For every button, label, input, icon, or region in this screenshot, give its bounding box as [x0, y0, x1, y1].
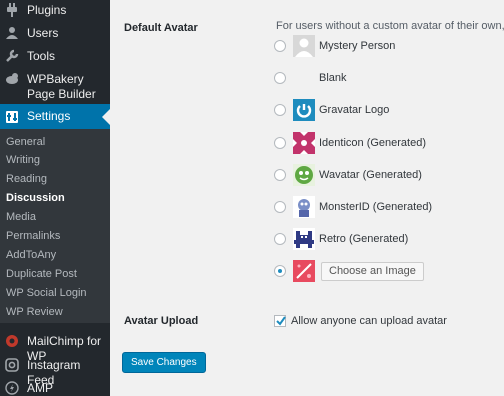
submenu-media[interactable]: Media	[6, 211, 36, 223]
menu-item-amp[interactable]: AMP	[0, 381, 110, 396]
menu-label: AMP	[27, 381, 54, 395]
avatar-option-identicon[interactable]: Identicon (Generated)	[274, 131, 426, 155]
option-label: Retro (Generated)	[319, 233, 409, 245]
radio-custom-image[interactable]	[274, 265, 286, 277]
submenu-general[interactable]: General	[6, 136, 45, 148]
default-avatar-description: For users without a custom avatar of the…	[276, 20, 504, 32]
default-avatar-label: Default Avatar	[124, 22, 198, 34]
menu-label: WPBakery Page Builder	[27, 72, 96, 101]
wpbakery-icon	[6, 73, 18, 84]
option-label: Gravatar Logo	[319, 104, 390, 116]
option-label: Wavatar (Generated)	[319, 169, 422, 181]
monsterid-avatar	[293, 196, 315, 218]
avatar-option-wavatar[interactable]: Wavatar (Generated)	[274, 163, 422, 187]
option-label: Blank	[319, 72, 347, 84]
allow-upload-label: Allow anyone can upload avatar	[291, 315, 447, 327]
menu-label: Users	[27, 26, 59, 40]
submenu-reading[interactable]: Reading	[6, 173, 47, 185]
radio-identicon[interactable]	[274, 137, 286, 149]
amp-icon	[5, 381, 19, 395]
save-changes-button[interactable]: Save Changes	[122, 352, 206, 373]
radio-gravatar-logo[interactable]	[274, 104, 286, 116]
plugin-icon	[7, 3, 17, 17]
choose-image-button[interactable]: Choose an Image	[321, 261, 424, 281]
allow-upload-checkbox[interactable]	[274, 315, 286, 327]
menu-item-settings[interactable]: Settings	[0, 104, 110, 129]
gravatar-logo-avatar	[293, 99, 315, 121]
menu-item-tools[interactable]: Tools	[0, 49, 110, 67]
submenu-writing[interactable]: Writing	[6, 154, 40, 166]
users-icon	[6, 27, 18, 39]
option-label: MonsterID (Generated)	[319, 201, 433, 213]
admin-sidebar: Plugins Users Tools WPBakery Page Builde…	[0, 0, 110, 396]
radio-retro[interactable]	[274, 233, 286, 245]
avatar-upload-label: Avatar Upload	[124, 315, 199, 327]
custom-image-avatar	[293, 260, 315, 282]
settings-icon	[6, 110, 18, 123]
checkmark-icon	[276, 316, 286, 326]
identicon-avatar	[293, 132, 315, 154]
submenu-wp-social-login[interactable]: WP Social Login	[6, 287, 87, 299]
retro-avatar	[293, 228, 315, 250]
menu-label: Settings	[27, 109, 71, 123]
avatar-option-gravatar-logo[interactable]: Gravatar Logo	[274, 98, 389, 122]
menu-label: Tools	[27, 49, 56, 63]
avatar-option-retro[interactable]: Retro (Generated)	[274, 227, 408, 251]
avatar-option-custom-image[interactable]: Choose an Image	[274, 259, 424, 283]
option-label: Identicon (Generated)	[319, 137, 427, 149]
wrench-icon	[6, 49, 19, 62]
discussion-settings-content: Default Avatar For users without a custo…	[110, 0, 504, 396]
mystery-person-avatar	[293, 35, 315, 57]
submenu-permalinks[interactable]: Permalinks	[6, 230, 60, 242]
menu-item-users[interactable]: Users	[0, 26, 110, 44]
active-menu-pointer	[102, 108, 110, 125]
menu-item-instagram-feed[interactable]: Instagram Feed	[0, 358, 110, 387]
menu-label: Plugins	[27, 3, 67, 17]
submenu-addtoany[interactable]: AddToAny	[6, 249, 56, 261]
menu-item-wpbakery[interactable]: WPBakery Page Builder	[0, 72, 110, 104]
wavatar-avatar	[293, 164, 315, 186]
radio-monsterid[interactable]	[274, 201, 286, 213]
settings-submenu: General Writing Reading Discussion Media…	[0, 129, 110, 323]
radio-blank[interactable]	[274, 72, 286, 84]
avatar-option-mystery-person[interactable]: Mystery Person	[274, 34, 395, 58]
radio-wavatar[interactable]	[274, 169, 286, 181]
submenu-duplicate-post[interactable]: Duplicate Post	[6, 268, 77, 280]
mailchimp-icon	[6, 335, 18, 347]
option-label: Mystery Person	[319, 40, 396, 52]
instagram-icon	[5, 358, 19, 372]
menu-item-plugins[interactable]: Plugins	[0, 3, 110, 21]
avatar-option-blank[interactable]: Blank	[274, 66, 347, 90]
submenu-discussion[interactable]: Discussion	[6, 192, 65, 204]
blank-avatar	[293, 67, 315, 89]
avatar-option-monsterid[interactable]: MonsterID (Generated)	[274, 195, 432, 219]
radio-mystery-person[interactable]	[274, 40, 286, 52]
menu-item-mailchimp[interactable]: MailChimp for WP	[0, 334, 110, 363]
submenu-wp-review[interactable]: WP Review	[6, 306, 63, 318]
